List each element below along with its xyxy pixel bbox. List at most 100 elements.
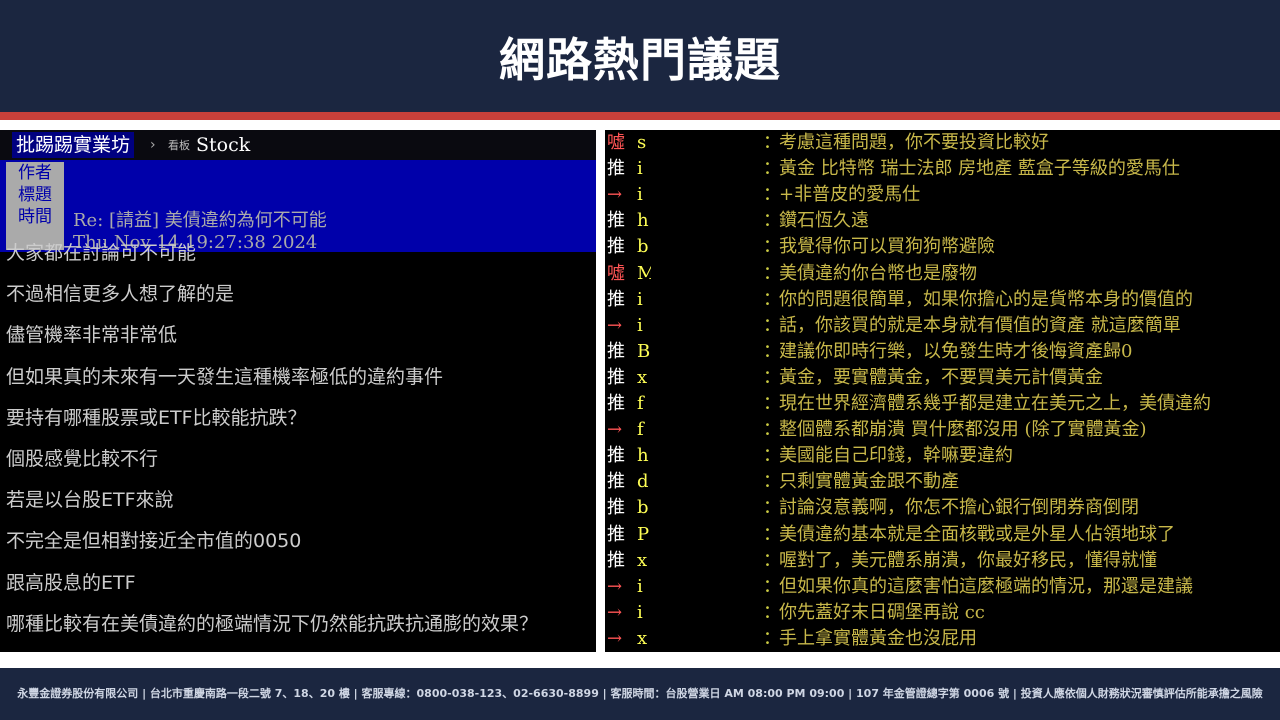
comment-row: 推 d：只剩實體黃金跟不動產 <box>605 469 1280 495</box>
comment-row: 推 b：我覺得你可以買狗狗幣避險 <box>605 234 1280 260</box>
comment-user[interactable]: i <box>637 182 651 208</box>
comment-user[interactable]: f <box>637 391 651 417</box>
comment-row: 推 b：討論沒意義啊，你怎不擔心銀行倒閉券商倒閉 <box>605 495 1280 521</box>
comment-user[interactable]: h <box>637 443 651 469</box>
comment-tag: 推 <box>607 393 625 414</box>
comment-user[interactable]: B <box>637 339 651 365</box>
comment-row: 推 x：喔對了，美元體系崩潰，你最好移民，懂得就懂 <box>605 548 1280 574</box>
comment-tag: 推 <box>607 549 625 571</box>
comment-row: 推 x：黃金，要實體黃金，不要買美元計價黃金 <box>605 365 1280 391</box>
author-label: 作者 <box>6 162 64 184</box>
comment-text: 美債違約基本就是全面核戰或是外星人佔領地球了 <box>779 523 1175 545</box>
comment-text: 考慮這種問題，你不要投資比較好 <box>779 132 1049 153</box>
comment-user[interactable]: d <box>637 469 651 495</box>
comment-user[interactable]: h <box>637 208 651 234</box>
ptt-article-screenshot: 批踢踢實業坊 › 看板 Stock 作者 標題 時間 Re: [請益] 美債違約… <box>0 130 596 652</box>
comment-row: → i：但如果你真的這麼害怕這麼極端的情況，那還是建議 <box>605 574 1280 600</box>
comment-row: → x：手上拿實體黃金也沒屁用 <box>605 626 1280 652</box>
comment-text: 你先蓋好末日碉堡再說 cc <box>779 601 985 623</box>
comment-tag: → <box>607 314 623 336</box>
comment-tag: → <box>607 184 623 206</box>
comment-text: 美國能自己印錢，幹嘛要違約 <box>779 445 1013 467</box>
comment-text: 只剩實體黃金跟不動產 <box>779 471 959 493</box>
comment-tag: 推 <box>607 288 625 310</box>
comment-user[interactable]: x <box>637 626 651 652</box>
comment-user[interactable]: i <box>637 313 651 339</box>
article-title: Re: [請益] 美債違約為何不可能 <box>73 210 327 231</box>
article-meta: 作者 標題 時間 Re: [請益] 美債違約為何不可能 Thu Nov 14 1… <box>0 160 596 253</box>
comment-row: 推 h：美國能自己印錢，幹嘛要違約 <box>605 443 1280 469</box>
comment-tag: 噓 <box>607 132 625 153</box>
comment-text: 整個體系都崩潰 買什麼都沒用 (除了實體黃金) <box>779 419 1147 441</box>
comment-user[interactable]: x <box>637 365 651 391</box>
comment-user[interactable]: i <box>637 600 651 626</box>
comment-row: → i：你先蓋好末日碉堡再說 cc <box>605 600 1280 626</box>
header-accent-stripe <box>0 112 1280 120</box>
comment-user[interactable]: f <box>637 417 651 443</box>
time-label: 時間 <box>6 206 64 228</box>
comment-tag: 推 <box>607 445 625 467</box>
comment-row: → i：話，你該買的就是本身就有價值的資產 就這麼簡單 <box>605 313 1280 339</box>
board-name[interactable]: Stock <box>196 132 250 158</box>
title-label: 標題 <box>6 184 64 206</box>
comment-row: 噓 M：美債違約你台幣也是廢物 <box>605 261 1280 287</box>
footer-disclaimer: 永豐金證券股份有限公司 | 台北市重慶南路一段二號 7、18、20 樓 | 客服… <box>17 687 1263 700</box>
comment-tag: 推 <box>607 366 625 388</box>
comment-tag: 推 <box>607 236 625 258</box>
ptt-push-comments: 噓 s：考慮這種問題，你不要投資比較好推 i：黃金 比特幣 瑞士法郎 房地產 藍盒子… <box>605 130 1280 652</box>
comment-row: 推 B：建議你即時行樂，以免發生時才後悔資產歸0 <box>605 339 1280 365</box>
comment-tag: → <box>607 601 623 623</box>
comment-tag: 推 <box>607 158 625 180</box>
ptt-site-name[interactable]: 批踢踢實業坊 <box>12 132 135 158</box>
article-line: 哪種比較有在美債違約的極端情況下仍然能抗跌抗通膨的效果？ <box>6 612 539 635</box>
comment-text: 但如果你真的這麼害怕這麼極端的情況，那還是建議 <box>779 575 1193 597</box>
comment-tag: → <box>607 575 623 597</box>
breadcrumb-separator-icon: › <box>150 137 156 153</box>
comment-user[interactable]: i <box>637 287 651 313</box>
comment-user[interactable]: x <box>637 548 651 574</box>
comment-tag: → <box>607 419 623 441</box>
comment-text: 話，你該買的就是本身就有價值的資產 就這麼簡單 <box>779 314 1181 336</box>
comment-user[interactable]: b <box>637 495 651 521</box>
comment-user[interactable]: s <box>637 130 651 156</box>
comment-tag: 推 <box>607 340 625 362</box>
comment-text: 你的問題很簡單，如果你擔心的是貨幣本身的價值的 <box>779 288 1193 310</box>
comment-row: 推 i：黃金 比特幣 瑞士法郎 房地產 藍盒子等級的愛馬仕 <box>605 156 1280 182</box>
comment-tag: 噓 <box>607 262 625 284</box>
comment-user[interactable]: i <box>637 574 651 600</box>
article-line: 跟高股息的ETF <box>6 571 136 594</box>
comment-text: 黃金 比特幣 瑞士法郎 房地產 藍盒子等級的愛馬仕 <box>779 158 1180 180</box>
article-line: 不完全是但相對接近全市值的0050 <box>6 530 302 553</box>
comment-text: 鑽石恆久遠 <box>779 210 869 232</box>
comment-tag: 推 <box>607 523 625 545</box>
slide-header: 網路熱門議題 <box>0 0 1280 112</box>
comment-row: 推 i：你的問題很簡單，如果你擔心的是貨幣本身的價值的 <box>605 287 1280 313</box>
article-line: 不過相信更多人想了解的是 <box>6 283 235 306</box>
article-line: 但如果真的未來有一天發生這種機率極低的違約事件 <box>6 365 444 388</box>
comment-text: +非普皮的愛馬仕 <box>779 184 921 206</box>
comment-row: → i： +非普皮的愛馬仕 <box>605 182 1280 208</box>
comment-text: 喔對了，美元體系崩潰，你最好移民，懂得就懂 <box>779 549 1157 571</box>
comment-row: → f：整個體系都崩潰 買什麼都沒用 (除了實體黃金) <box>605 417 1280 443</box>
slide-footer: 永豐金證券股份有限公司 | 台北市重慶南路一段二號 7、18、20 樓 | 客服… <box>0 668 1280 720</box>
slide-title: 網路熱門議題 <box>499 33 781 87</box>
comment-text: 黃金，要實體黃金，不要買美元計價黃金 <box>779 366 1103 388</box>
comment-text: 討論沒意義啊，你怎不擔心銀行倒閉券商倒閉 <box>779 497 1139 519</box>
comment-row: 噓 s：考慮這種問題，你不要投資比較好 <box>605 130 1280 156</box>
article-line: 大家都在討論可不可能 <box>6 242 197 264</box>
comment-text: 我覺得你可以買狗狗幣避險 <box>779 236 995 258</box>
comment-tag: → <box>607 627 623 649</box>
article-line: 個股感覺比較不行 <box>6 448 159 470</box>
comment-text: 手上拿實體黃金也沒屁用 <box>779 627 977 649</box>
article-line: 要持有哪種股票或ETF比較能抗跌？ <box>6 406 307 429</box>
comment-text: 美債違約你台幣也是廢物 <box>779 262 977 284</box>
article-line: 儘管機率非常非常低 <box>6 324 178 347</box>
comment-user[interactable]: b <box>637 234 651 260</box>
ptt-top-bar: 批踢踢實業坊 › 看板 Stock <box>0 130 596 160</box>
comment-tag: 推 <box>607 210 625 232</box>
comment-user[interactable]: M <box>637 261 651 287</box>
comment-user[interactable]: P <box>637 522 651 548</box>
comment-row: 推 f：現在世界經濟體系幾乎都是建立在美元之上，美債違約 <box>605 391 1280 417</box>
comment-user[interactable]: i <box>637 156 651 182</box>
board-prefix: 看板 <box>168 139 190 152</box>
